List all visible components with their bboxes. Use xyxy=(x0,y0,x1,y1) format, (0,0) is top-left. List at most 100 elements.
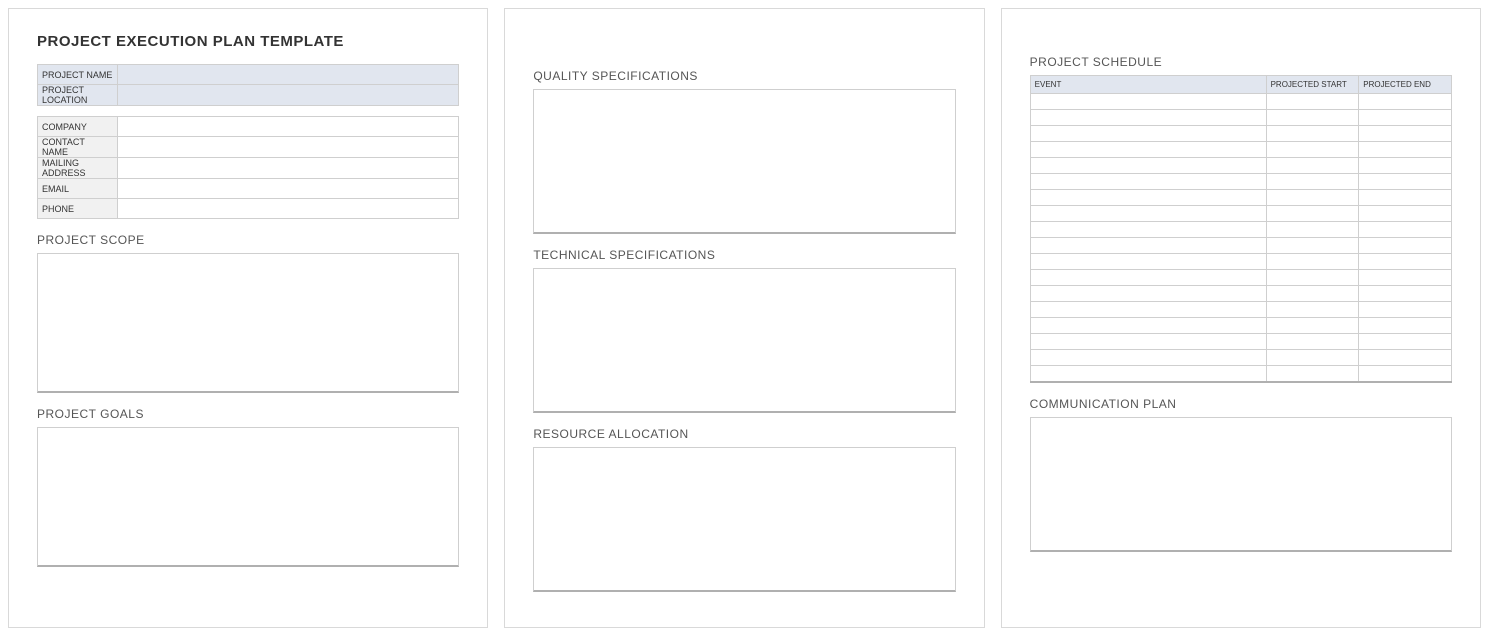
cell-end[interactable] xyxy=(1359,174,1452,190)
table-row xyxy=(1030,174,1451,190)
field-label: MAILING ADDRESS xyxy=(38,158,118,179)
page-1: PROJECT EXECUTION PLAN TEMPLATE PROJECT … xyxy=(8,8,488,628)
document-title: PROJECT EXECUTION PLAN TEMPLATE xyxy=(37,33,459,50)
cell-event[interactable] xyxy=(1030,350,1266,366)
field-value[interactable] xyxy=(118,65,459,85)
cell-start[interactable] xyxy=(1266,158,1359,174)
cell-end[interactable] xyxy=(1359,286,1452,302)
project-schedule-table: EVENT PROJECTED START PROJECTED END xyxy=(1030,75,1452,383)
cell-end[interactable] xyxy=(1359,142,1452,158)
table-row xyxy=(1030,318,1451,334)
cell-event[interactable] xyxy=(1030,126,1266,142)
cell-start[interactable] xyxy=(1266,270,1359,286)
field-value[interactable] xyxy=(118,158,459,179)
field-value[interactable] xyxy=(118,137,459,158)
cell-end[interactable] xyxy=(1359,158,1452,174)
cell-start[interactable] xyxy=(1266,174,1359,190)
cell-end[interactable] xyxy=(1359,206,1452,222)
cell-start[interactable] xyxy=(1266,318,1359,334)
section-heading-schedule: PROJECT SCHEDULE xyxy=(1030,55,1452,69)
cell-start[interactable] xyxy=(1266,142,1359,158)
resource-allocation-textarea[interactable] xyxy=(533,447,955,592)
cell-event[interactable] xyxy=(1030,110,1266,126)
cell-start[interactable] xyxy=(1266,254,1359,270)
cell-event[interactable] xyxy=(1030,366,1266,382)
section-heading-quality: QUALITY SPECIFICATIONS xyxy=(533,69,955,83)
cell-start[interactable] xyxy=(1266,286,1359,302)
cell-end[interactable] xyxy=(1359,350,1452,366)
cell-event[interactable] xyxy=(1030,302,1266,318)
page-2: QUALITY SPECIFICATIONS TECHNICAL SPECIFI… xyxy=(504,8,984,628)
cell-end[interactable] xyxy=(1359,238,1452,254)
cell-event[interactable] xyxy=(1030,254,1266,270)
cell-event[interactable] xyxy=(1030,270,1266,286)
cell-event[interactable] xyxy=(1030,174,1266,190)
cell-start[interactable] xyxy=(1266,94,1359,110)
field-value[interactable] xyxy=(118,179,459,199)
cell-event[interactable] xyxy=(1030,286,1266,302)
cell-end[interactable] xyxy=(1359,302,1452,318)
cell-start[interactable] xyxy=(1266,238,1359,254)
cell-end[interactable] xyxy=(1359,126,1452,142)
technical-specs-textarea[interactable] xyxy=(533,268,955,413)
field-value[interactable] xyxy=(118,117,459,137)
table-row xyxy=(1030,350,1451,366)
cell-start[interactable] xyxy=(1266,110,1359,126)
section-heading-scope: PROJECT SCOPE xyxy=(37,233,459,247)
cell-event[interactable] xyxy=(1030,142,1266,158)
table-row xyxy=(1030,222,1451,238)
cell-start[interactable] xyxy=(1266,366,1359,382)
field-value[interactable] xyxy=(118,85,459,106)
table-row xyxy=(1030,286,1451,302)
field-label: PHONE xyxy=(38,199,118,219)
section-heading-communication: COMMUNICATION PLAN xyxy=(1030,397,1452,411)
cell-end[interactable] xyxy=(1359,318,1452,334)
cell-end[interactable] xyxy=(1359,366,1452,382)
project-goals-textarea[interactable] xyxy=(37,427,459,567)
table-row: PHONE xyxy=(38,199,459,219)
cell-start[interactable] xyxy=(1266,190,1359,206)
cell-event[interactable] xyxy=(1030,318,1266,334)
col-header-start: PROJECTED START xyxy=(1266,76,1359,94)
table-row: EMAIL xyxy=(38,179,459,199)
table-row xyxy=(1030,334,1451,350)
cell-start[interactable] xyxy=(1266,126,1359,142)
cell-event[interactable] xyxy=(1030,94,1266,110)
section-heading-goals: PROJECT GOALS xyxy=(37,407,459,421)
table-row xyxy=(1030,190,1451,206)
cell-start[interactable] xyxy=(1266,334,1359,350)
cell-start[interactable] xyxy=(1266,350,1359,366)
cell-event[interactable] xyxy=(1030,334,1266,350)
project-scope-textarea[interactable] xyxy=(37,253,459,393)
cell-end[interactable] xyxy=(1359,94,1452,110)
contact-info-table: COMPANY CONTACT NAME MAILING ADDRESS EMA… xyxy=(37,116,459,219)
cell-event[interactable] xyxy=(1030,190,1266,206)
field-label: PROJECT LOCATION xyxy=(38,85,118,106)
field-value[interactable] xyxy=(118,199,459,219)
cell-event[interactable] xyxy=(1030,206,1266,222)
cell-end[interactable] xyxy=(1359,270,1452,286)
cell-event[interactable] xyxy=(1030,158,1266,174)
cell-end[interactable] xyxy=(1359,190,1452,206)
cell-end[interactable] xyxy=(1359,334,1452,350)
quality-specs-textarea[interactable] xyxy=(533,89,955,234)
table-row xyxy=(1030,110,1451,126)
cell-event[interactable] xyxy=(1030,222,1266,238)
table-row: PROJECT LOCATION xyxy=(38,85,459,106)
field-label: COMPANY xyxy=(38,117,118,137)
cell-end[interactable] xyxy=(1359,110,1452,126)
section-heading-technical: TECHNICAL SPECIFICATIONS xyxy=(533,248,955,262)
cell-start[interactable] xyxy=(1266,302,1359,318)
cell-start[interactable] xyxy=(1266,222,1359,238)
cell-end[interactable] xyxy=(1359,254,1452,270)
cell-end[interactable] xyxy=(1359,222,1452,238)
project-header-table: PROJECT NAME PROJECT LOCATION xyxy=(37,64,459,106)
field-label: CONTACT NAME xyxy=(38,137,118,158)
communication-plan-textarea[interactable] xyxy=(1030,417,1452,552)
cell-event[interactable] xyxy=(1030,238,1266,254)
table-row xyxy=(1030,206,1451,222)
table-header-row: EVENT PROJECTED START PROJECTED END xyxy=(1030,76,1451,94)
cell-start[interactable] xyxy=(1266,206,1359,222)
table-row: PROJECT NAME xyxy=(38,65,459,85)
col-header-end: PROJECTED END xyxy=(1359,76,1452,94)
